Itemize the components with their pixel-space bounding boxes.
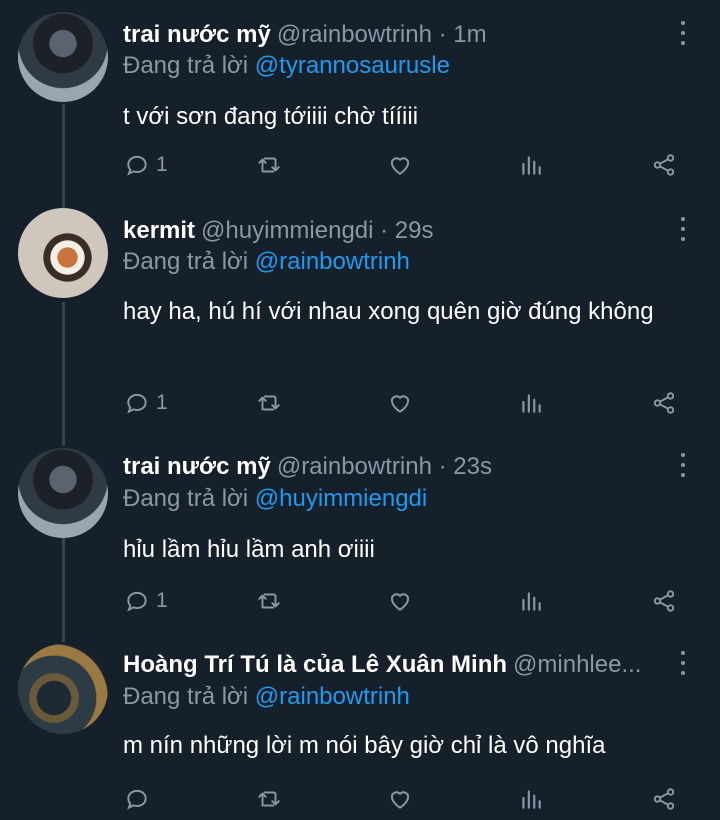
tweet-text: t với sơn đang tớiiii chờ tííiii [123,103,419,130]
share-button[interactable] [651,150,677,180]
display-name[interactable]: trai nước mỹ [123,21,271,48]
retweet-icon [258,395,280,411]
avatar[interactable] [18,12,108,102]
share-icon [653,154,675,176]
retweet-button[interactable] [256,388,282,418]
reply-count: 1 [156,589,168,612]
display-name[interactable]: Hoàng Trí Tú là của Lê Xuân Minh [123,651,507,678]
reply-button[interactable]: 1 [124,388,168,418]
tweet-header: Hoàng Trí Tú là của Lê Xuân Minh @minhlee… [123,650,670,680]
display-name[interactable]: kermit [123,217,195,244]
more-vertical-icon[interactable] [676,21,690,45]
reply-count: 1 [156,391,168,414]
reply-count: 1 [156,153,168,176]
replying-to-label: Đang trả lời [123,248,255,275]
like-button[interactable] [387,150,413,180]
share-button[interactable] [651,586,677,616]
tweet[interactable]: trai nước mỹ @rainbowtrinh · 1m Đang trả … [0,0,720,196]
handle-and-time: @rainbowtrinh · 23s [276,453,492,480]
tweet-text: hỉu lầm hỉu lầm anh ơiiii [123,536,375,563]
share-button[interactable] [651,388,677,418]
heart-icon [390,791,410,809]
heart-icon [390,157,410,175]
avatar[interactable] [18,644,108,734]
analytics-button[interactable] [518,150,544,180]
tweet-header: trai nước mỹ @rainbowtrinh · 1m [123,20,670,50]
tweet[interactable]: kermit @huyimmiengdi · 29s Đang trả lời @… [0,196,720,436]
analytics-button[interactable] [518,388,544,418]
replying-to: Đang trả lời @rainbowtrinh [123,682,410,712]
display-name[interactable]: trai nước mỹ [123,453,271,480]
handle-and-time: @rainbowtrinh · 1m [276,21,487,48]
heart-icon [390,593,410,611]
retweet-button[interactable] [256,784,282,814]
like-button[interactable] [387,388,413,418]
analytics-icon [522,790,541,809]
analytics-icon [522,156,541,175]
retweet-button[interactable] [256,150,282,180]
mention-link[interactable]: @rainbowtrinh [255,683,410,710]
analytics-icon [522,592,541,611]
tweet-text: m nín những lời m nói bây giờ chỉ là vô … [123,732,606,759]
analytics-icon [522,394,541,413]
reply-button[interactable]: 1 [124,150,168,180]
tweet[interactable]: trai nước mỹ @rainbowtrinh · 23s Đang trả… [0,436,720,632]
reply-icon [127,393,147,414]
more-vertical-icon[interactable] [676,453,690,477]
retweet-icon [258,791,280,807]
replying-to: Đang trả lời @huyimmiengdi [123,484,427,514]
mention-link[interactable]: @tyrannosaurusle [255,52,450,79]
heart-icon [390,395,410,413]
share-icon [653,392,675,414]
avatar[interactable] [18,208,108,298]
reply-button[interactable] [124,784,156,814]
action-bar: 1 [0,586,720,616]
retweet-icon [258,593,280,609]
replying-to: Đang trả lời @rainbowtrinh [123,247,410,277]
handle-and-time: @huyimmiengdi · 29s [201,217,434,244]
avatar[interactable] [18,448,108,538]
handle-and-time: @minhlee... [513,651,642,678]
replying-to-label: Đang trả lời [123,52,255,79]
reply-icon [127,155,147,176]
action-bar [0,784,720,814]
tweet-header: kermit @huyimmiengdi · 29s [123,216,670,246]
tweet[interactable]: Hoàng Trí Tú là của Lê Xuân Minh @minhlee… [0,632,720,820]
share-icon [653,590,675,612]
more-vertical-icon[interactable] [676,217,690,241]
like-button[interactable] [387,586,413,616]
replying-to-label: Đang trả lời [123,485,255,512]
retweet-icon [258,157,280,173]
analytics-button[interactable] [518,784,544,814]
share-icon [653,788,675,810]
retweet-button[interactable] [256,586,282,616]
replying-to: Đang trả lời @tyrannosaurusle [123,51,450,81]
more-vertical-icon[interactable] [676,651,690,675]
share-button[interactable] [651,784,677,814]
mention-link[interactable]: @rainbowtrinh [255,248,410,275]
action-bar: 1 [0,150,720,180]
action-bar: 1 [0,388,720,418]
tweet-header: trai nước mỹ @rainbowtrinh · 23s [123,452,670,482]
replying-to-label: Đang trả lời [123,683,255,710]
mention-link[interactable]: @huyimmiengdi [255,485,427,512]
analytics-button[interactable] [518,586,544,616]
tweet-text: hay ha, hú hí với nhau xong quên giờ đún… [123,298,654,325]
reply-button[interactable]: 1 [124,586,168,616]
reply-icon [127,591,147,612]
like-button[interactable] [387,784,413,814]
reply-icon [127,789,147,810]
